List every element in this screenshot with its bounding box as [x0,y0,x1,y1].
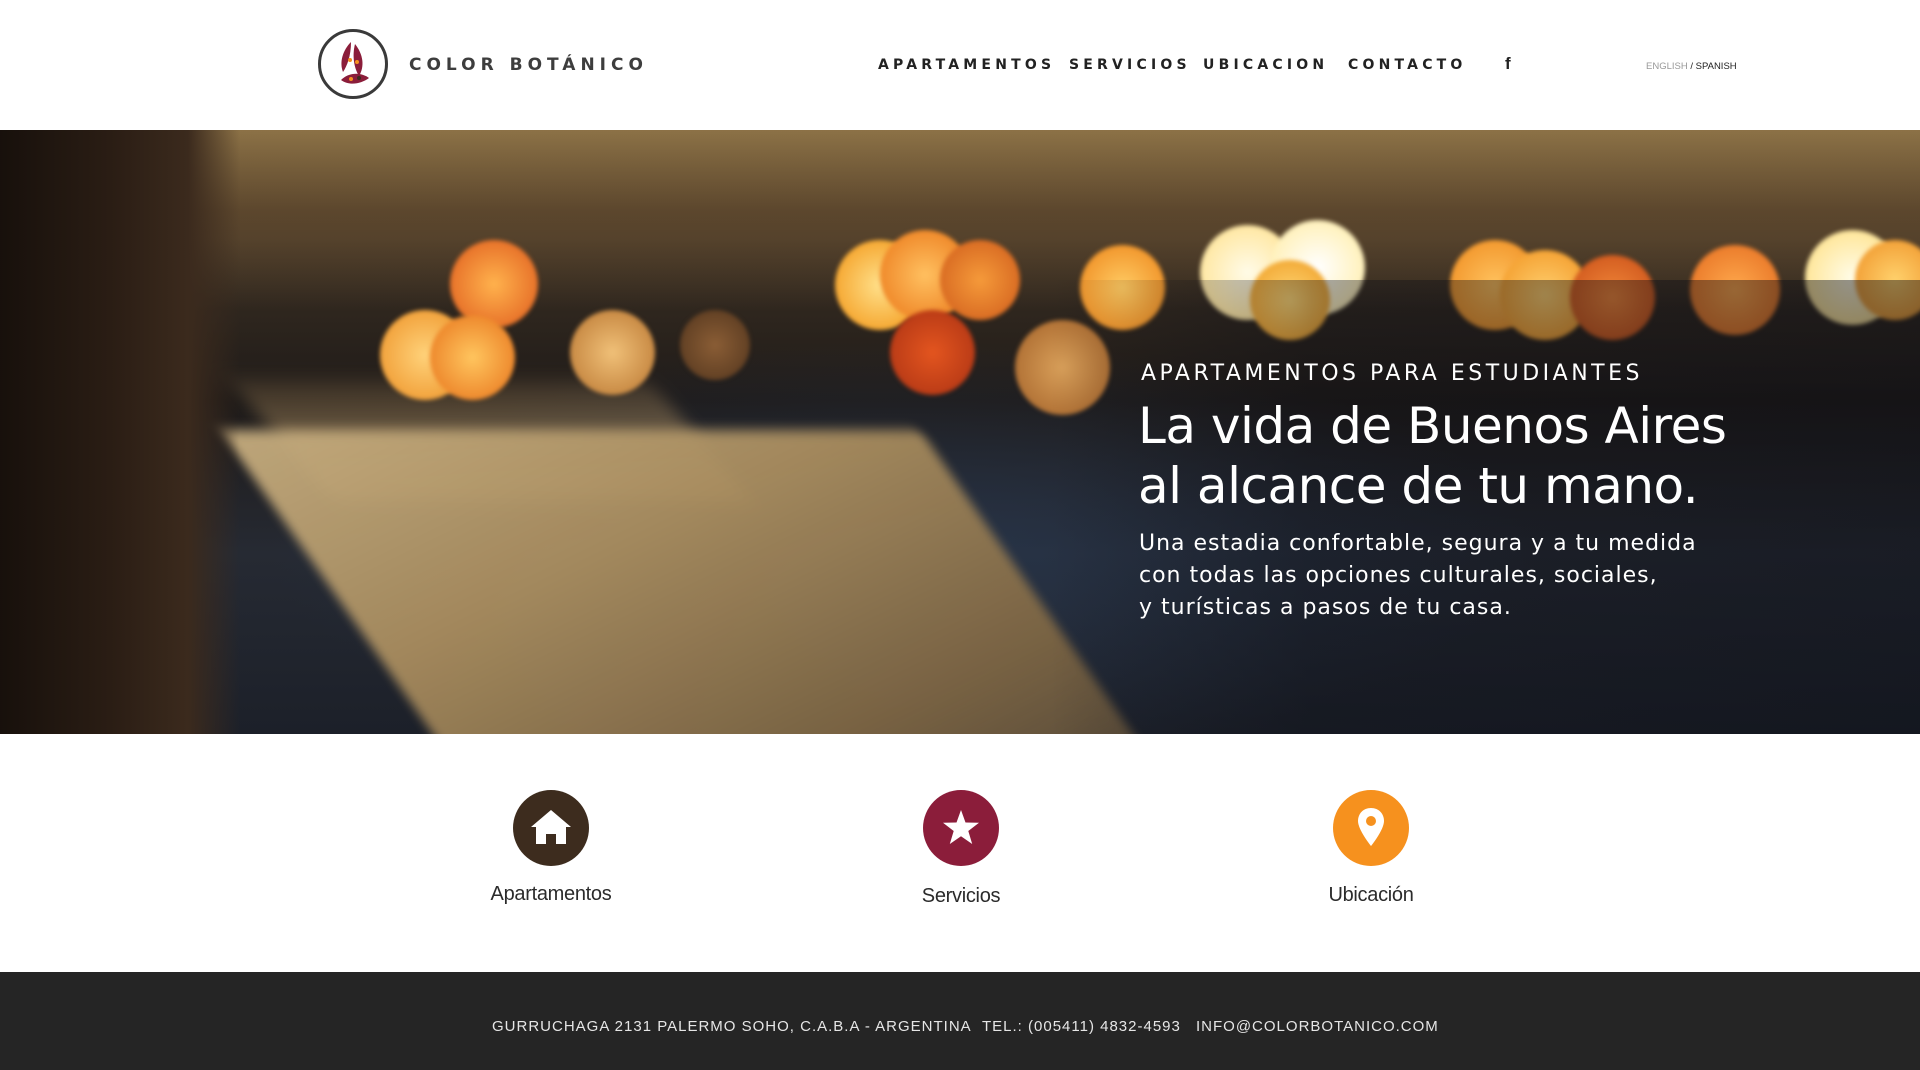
hero-subtitle-line: con todas las opciones culturales, socia… [1139,563,1658,588]
bokeh-light [570,310,655,395]
lang-english[interactable]: ENGLISH [1646,61,1688,72]
hero-subtitle-line: Una estadia confortable, segura y a tu m… [1139,531,1697,556]
facebook-icon[interactable]: f [1505,54,1511,74]
map-pin-icon[interactable] [1333,790,1409,866]
footer-email[interactable]: INFO@COLORBOTANICO.COM [1196,1018,1439,1036]
site-footer: GURRUCHAGA 2131 PALERMO SOHO, C.A.B.A - … [0,972,1920,1070]
hero-post [0,130,240,734]
lang-spanish[interactable]: SPANISH [1696,61,1737,72]
bokeh-light [430,315,515,400]
hero-title: La vida de Buenos Aires al alcance de tu… [1138,396,1727,516]
language-switcher: ENGLISH / SPANISH [1646,61,1737,73]
nav-apartamentos[interactable]: APARTAMENTOS [878,56,1055,74]
lang-separator: / [1687,61,1696,72]
hero-subtitle-line: y turísticas a pasos de tu casa. [1139,595,1512,620]
star-icon[interactable] [923,790,999,866]
hero-banner: APARTAMENTOS PARA ESTUDIANTES La vida de… [0,130,1920,734]
bokeh-light [940,240,1020,320]
feature-label[interactable]: Apartamentos [450,882,652,906]
hero-eyebrow: APARTAMENTOS PARA ESTUDIANTES [1141,361,1643,386]
feature-label[interactable]: Servicios [860,884,1062,908]
hero-title-line: La vida de Buenos Aires [1138,397,1727,455]
site-header: COLOR BOTÁNICO APARTAMENTOS SERVICIOS UB… [0,0,1920,130]
logo-icon[interactable] [318,29,388,99]
feature-label[interactable]: Ubicación [1270,883,1472,907]
hero-title-line: al alcance de tu mano. [1138,457,1699,515]
brand-name[interactable]: COLOR BOTÁNICO [409,54,648,76]
footer-phone[interactable]: TEL.: (005411) 4832-4593 [982,1018,1181,1036]
bokeh-light [680,310,750,380]
bokeh-light [450,240,538,328]
nav-contacto[interactable]: CONTACTO [1348,56,1467,74]
hero-subtitle: Una estadia confortable, segura y a tu m… [1139,528,1697,624]
bokeh-light [890,310,975,395]
home-icon[interactable] [513,790,589,866]
nav-ubicacion[interactable]: UBICACION [1203,56,1328,74]
nav-servicios[interactable]: SERVICIOS [1069,56,1191,74]
footer-address: GURRUCHAGA 2131 PALERMO SOHO, C.A.B.A - … [492,1018,972,1035]
